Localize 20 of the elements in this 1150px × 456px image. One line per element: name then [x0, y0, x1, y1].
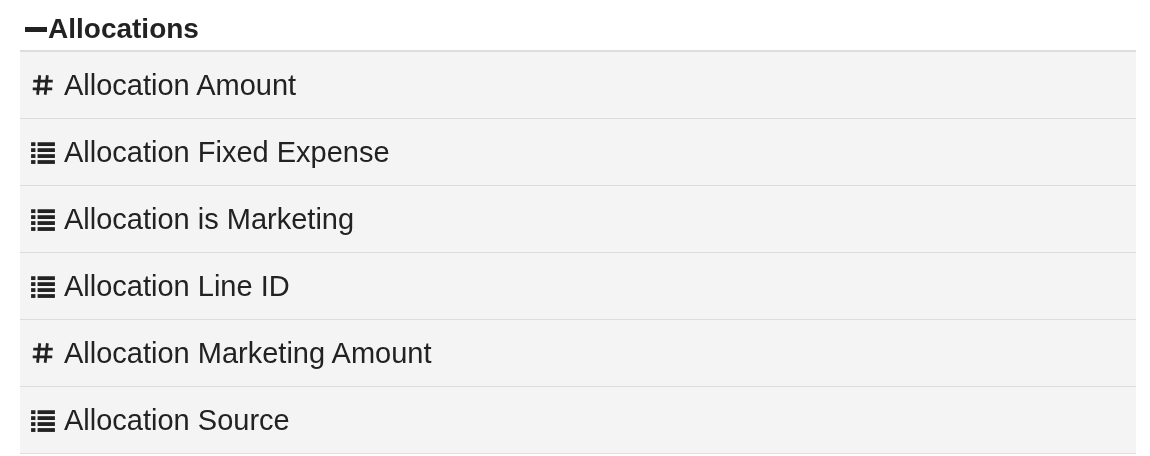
field-label: Allocation Fixed Expense	[64, 135, 390, 169]
hash-icon	[30, 72, 56, 98]
field-row[interactable]: Allocation is Marketing	[20, 186, 1136, 253]
field-row[interactable]: Allocation Source	[20, 387, 1136, 454]
field-label: Allocation Marketing Amount	[64, 336, 432, 370]
field-row[interactable]: Allocation Line ID	[20, 253, 1136, 320]
field-label: Allocation is Marketing	[64, 202, 355, 236]
field-label: Allocation Amount	[64, 68, 297, 102]
field-label: Allocation Line ID	[64, 269, 290, 303]
field-label: Allocation Source	[64, 403, 290, 437]
hash-icon	[30, 340, 56, 366]
list-icon	[30, 407, 56, 433]
list-icon	[30, 139, 56, 165]
section-toggle[interactable]: Allocations	[20, 13, 199, 45]
list-icon	[30, 206, 56, 232]
field-row[interactable]: Allocation Fixed Expense	[20, 119, 1136, 186]
list-icon	[30, 273, 56, 299]
minus-icon	[25, 26, 47, 32]
field-row[interactable]: Allocation Amount	[20, 52, 1136, 119]
field-row[interactable]: Allocation Marketing Amount	[20, 320, 1136, 387]
